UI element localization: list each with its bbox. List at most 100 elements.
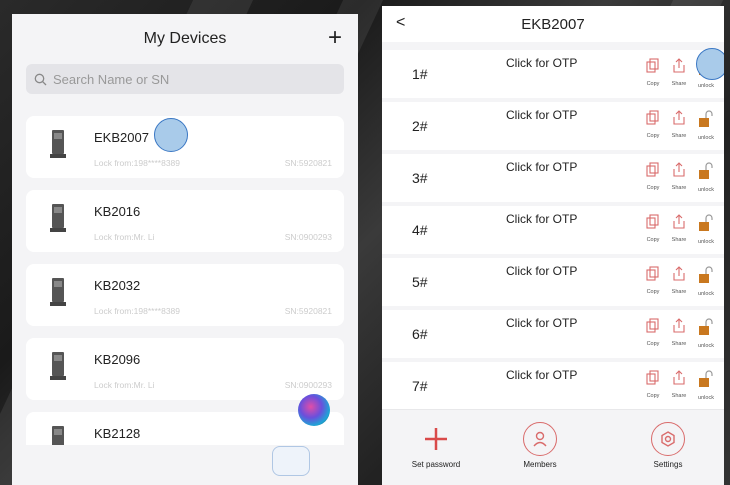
unlock-icon <box>699 214 713 231</box>
device-sn: SN:5920821 <box>284 158 332 168</box>
copy-button[interactable]: Copy <box>640 162 666 191</box>
unlock-button[interactable]: unlock <box>693 370 719 401</box>
share-icon <box>673 266 685 281</box>
otp-button[interactable]: Click for OTP <box>506 264 577 278</box>
device-sn: SN:0900293 <box>284 232 332 242</box>
device-name: KB2032 <box>94 278 141 293</box>
device-sn: SN:0900293 <box>284 380 332 390</box>
copy-icon <box>646 58 659 73</box>
share-icon <box>673 58 685 73</box>
slot-row: 7# Click for OTP Copy Share unlock <box>382 362 724 410</box>
copy-button[interactable]: Copy <box>640 318 666 347</box>
members-icon <box>523 422 557 456</box>
copy-button[interactable]: Copy <box>640 214 666 243</box>
unlock-icon <box>699 370 713 387</box>
search-icon <box>34 73 47 85</box>
settings-button[interactable]: Settings <box>628 422 708 469</box>
share-button[interactable]: Share <box>666 266 692 295</box>
otp-button[interactable]: Click for OTP <box>506 316 577 330</box>
copy-icon <box>646 370 659 385</box>
copy-icon <box>646 214 659 229</box>
otp-button[interactable]: Click for OTP <box>506 160 577 174</box>
set-password-button[interactable]: Set password <box>396 422 476 469</box>
door-lock-icon <box>50 130 66 158</box>
copy-label: Copy <box>646 341 660 347</box>
share-button[interactable]: Share <box>666 318 692 347</box>
otp-button[interactable]: Click for OTP <box>506 212 577 226</box>
unlock-button[interactable]: unlock <box>693 110 719 141</box>
add-device-button[interactable]: + <box>328 26 342 50</box>
plus-icon <box>425 428 447 450</box>
device-name: KB2016 <box>94 204 141 219</box>
slot-number: 6# <box>412 326 428 342</box>
floating-app-icon[interactable] <box>272 446 310 476</box>
device-owner: Lock from:198****8389 <box>94 158 181 168</box>
page-title: My Devices <box>143 30 227 47</box>
members-button[interactable]: Members <box>500 422 580 469</box>
unlock-button[interactable]: unlock <box>693 318 719 349</box>
unlock-label: unlock <box>698 343 714 349</box>
slot-row: 2# Click for OTP Copy Share unlock <box>382 102 724 150</box>
copy-icon <box>646 110 659 125</box>
share-label: Share <box>671 393 687 399</box>
device-owner: Lock from:198****8389 <box>94 306 181 316</box>
device-card-kb2016[interactable]: KB2016 Lock from:Mr. Li SN:0900293 <box>26 190 344 252</box>
unlock-button[interactable]: unlock <box>693 214 719 245</box>
device-card-kb2032[interactable]: KB2032 Lock from:198****8389 SN:5920821 <box>26 264 344 326</box>
unlock-button[interactable]: unlock <box>693 162 719 193</box>
device-owner: Lock from:Mr. Li <box>94 232 155 242</box>
password-slot-list: 1# Click for OTP Copy Share unlock 2# Click fo… <box>382 42 724 410</box>
bottom-toolbar: Set password Members Settings <box>382 409 724 485</box>
unlock-label: unlock <box>698 83 714 89</box>
door-lock-icon <box>50 278 66 306</box>
share-label: Share <box>671 185 687 191</box>
share-button[interactable]: Share <box>666 370 692 399</box>
copy-button[interactable]: Copy <box>640 266 666 295</box>
set-password-label: Set password <box>411 460 461 469</box>
back-button[interactable]: < <box>396 14 405 32</box>
unlock-label: unlock <box>698 291 714 297</box>
copy-label: Copy <box>646 185 660 191</box>
otp-button[interactable]: Click for OTP <box>506 56 577 70</box>
share-label: Share <box>671 81 687 87</box>
slot-row: 5# Click for OTP Copy Share unlock <box>382 258 724 306</box>
device-sn: SN:5920821 <box>284 306 332 316</box>
unlock-icon <box>699 110 713 127</box>
unlock-label: unlock <box>698 135 714 141</box>
slot-number: 2# <box>412 118 428 134</box>
copy-label: Copy <box>646 237 660 243</box>
share-button[interactable]: Share <box>666 110 692 139</box>
unlock-label: unlock <box>698 187 714 193</box>
share-button[interactable]: Share <box>666 162 692 191</box>
device-name: KB2096 <box>94 352 141 367</box>
copy-button[interactable]: Copy <box>640 110 666 139</box>
share-icon <box>673 318 685 333</box>
share-button[interactable]: Share <box>666 58 692 87</box>
copy-label: Copy <box>646 289 660 295</box>
device-detail-screen: < EKB2007 1# Click for OTP Copy Share unlock… <box>382 6 724 485</box>
device-card-kb2096[interactable]: KB2096 Lock from:Mr. Li SN:0900293 <box>26 338 344 400</box>
device-owner: Lock from:Mr. Li <box>94 380 155 390</box>
share-label: Share <box>671 133 687 139</box>
siri-icon[interactable] <box>298 394 330 426</box>
share-label: Share <box>671 237 687 243</box>
copy-button[interactable]: Copy <box>640 58 666 87</box>
copy-label: Copy <box>646 133 660 139</box>
slot-number: 3# <box>412 170 428 186</box>
otp-button[interactable]: Click for OTP <box>506 108 577 122</box>
unlock-button[interactable]: unlock <box>693 266 719 297</box>
tap-indicator <box>696 48 724 80</box>
slot-number: 7# <box>412 378 428 394</box>
device-card-ekb2007[interactable]: EKB2007 Lock from:198****8389 SN:5920821 <box>26 116 344 178</box>
share-icon <box>673 370 685 385</box>
header: My Devices + <box>12 14 358 64</box>
share-button[interactable]: Share <box>666 214 692 243</box>
copy-button[interactable]: Copy <box>640 370 666 399</box>
search-input[interactable] <box>53 71 333 87</box>
settings-label: Settings <box>653 460 683 469</box>
search-bar[interactable] <box>26 64 344 94</box>
unlock-label: unlock <box>698 395 714 401</box>
tap-indicator <box>154 118 188 152</box>
otp-button[interactable]: Click for OTP <box>506 368 577 382</box>
copy-icon <box>646 266 659 281</box>
